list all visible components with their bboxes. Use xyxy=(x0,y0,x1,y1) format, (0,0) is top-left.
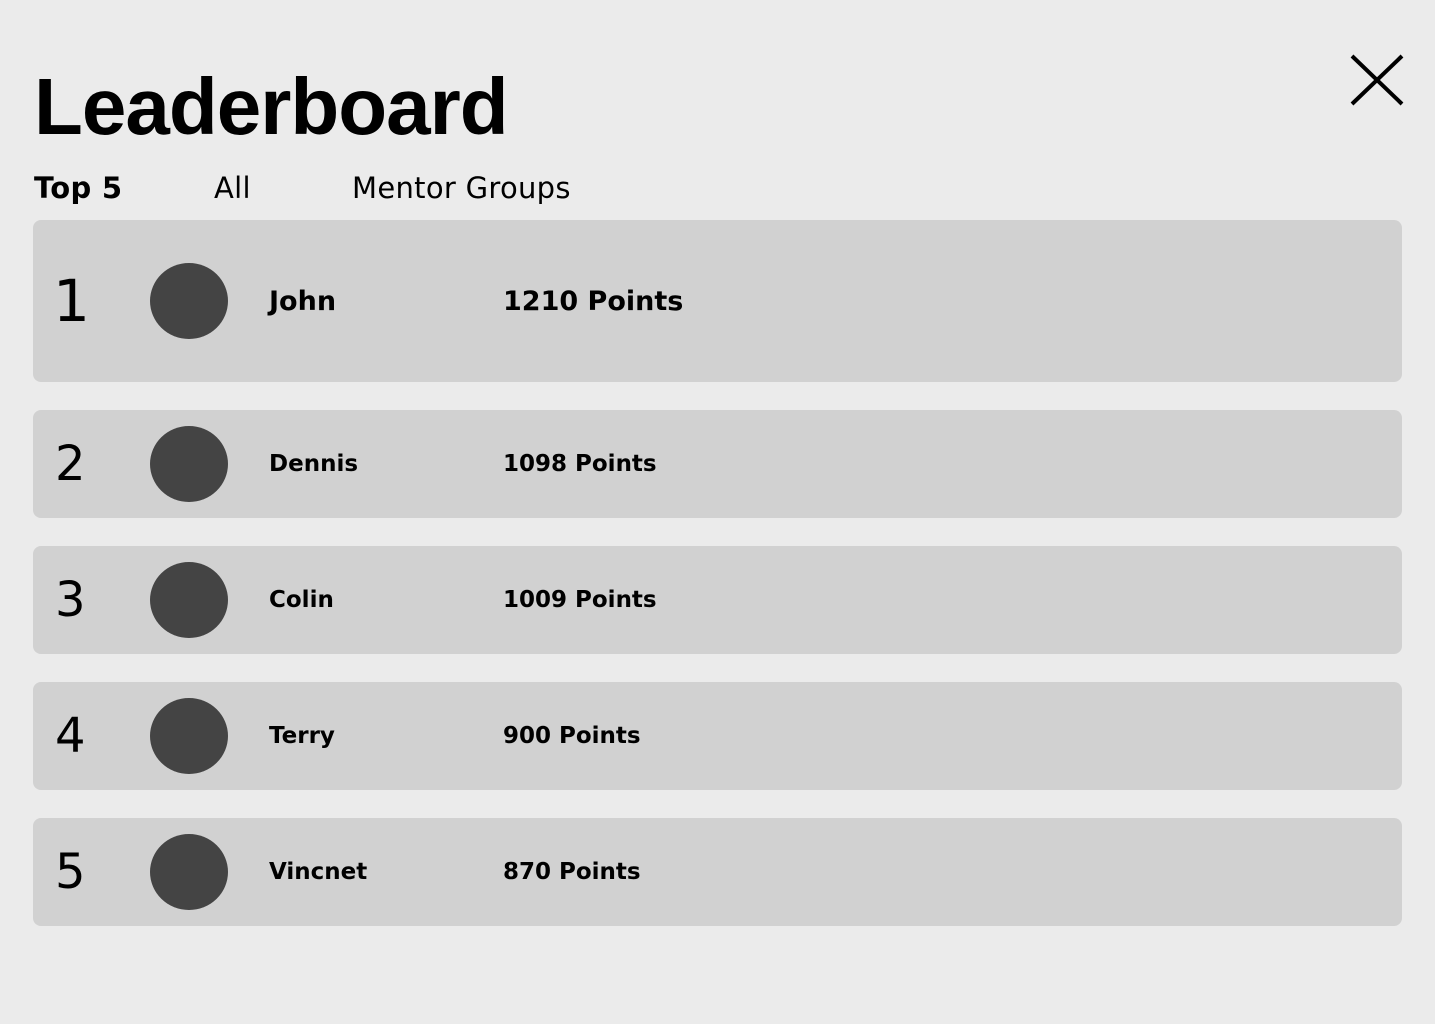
tab-top-5[interactable]: Top 5 xyxy=(34,170,122,206)
close-button[interactable] xyxy=(1347,51,1407,111)
player-name: Vincnet xyxy=(269,859,368,885)
avatar xyxy=(150,263,228,339)
player-points: 1098 Points xyxy=(503,451,657,477)
player-name: Terry xyxy=(269,723,335,749)
rank-number: 2 xyxy=(55,436,86,492)
rank-number: 5 xyxy=(55,844,86,900)
leaderboard-row-2[interactable]: 2 Dennis 1098 Points xyxy=(33,410,1402,518)
player-points: 1210 Points xyxy=(503,285,684,317)
player-points: 900 Points xyxy=(503,723,641,749)
leaderboard-row-1[interactable]: 1 John 1210 Points xyxy=(33,220,1402,382)
player-points: 870 Points xyxy=(503,859,641,885)
avatar xyxy=(150,562,228,638)
player-name: Dennis xyxy=(269,451,359,477)
player-name: John xyxy=(269,285,337,317)
avatar xyxy=(150,426,228,502)
player-points: 1009 Points xyxy=(503,587,657,613)
rank-number: 3 xyxy=(55,572,86,628)
leaderboard-row-4[interactable]: 4 Terry 900 Points xyxy=(33,682,1402,790)
rank-number: 1 xyxy=(53,267,90,335)
page-title: Leaderboard xyxy=(34,62,509,151)
leaderboard-row-5[interactable]: 5 Vincnet 870 Points xyxy=(33,818,1402,926)
tab-mentor-groups[interactable]: Mentor Groups xyxy=(352,170,571,206)
close-icon xyxy=(1350,54,1404,106)
leaderboard-row-3[interactable]: 3 Colin 1009 Points xyxy=(33,546,1402,654)
tab-all[interactable]: All xyxy=(214,170,251,206)
rank-number: 4 xyxy=(55,708,86,764)
avatar xyxy=(150,834,228,910)
avatar xyxy=(150,698,228,774)
player-name: Colin xyxy=(269,587,334,613)
